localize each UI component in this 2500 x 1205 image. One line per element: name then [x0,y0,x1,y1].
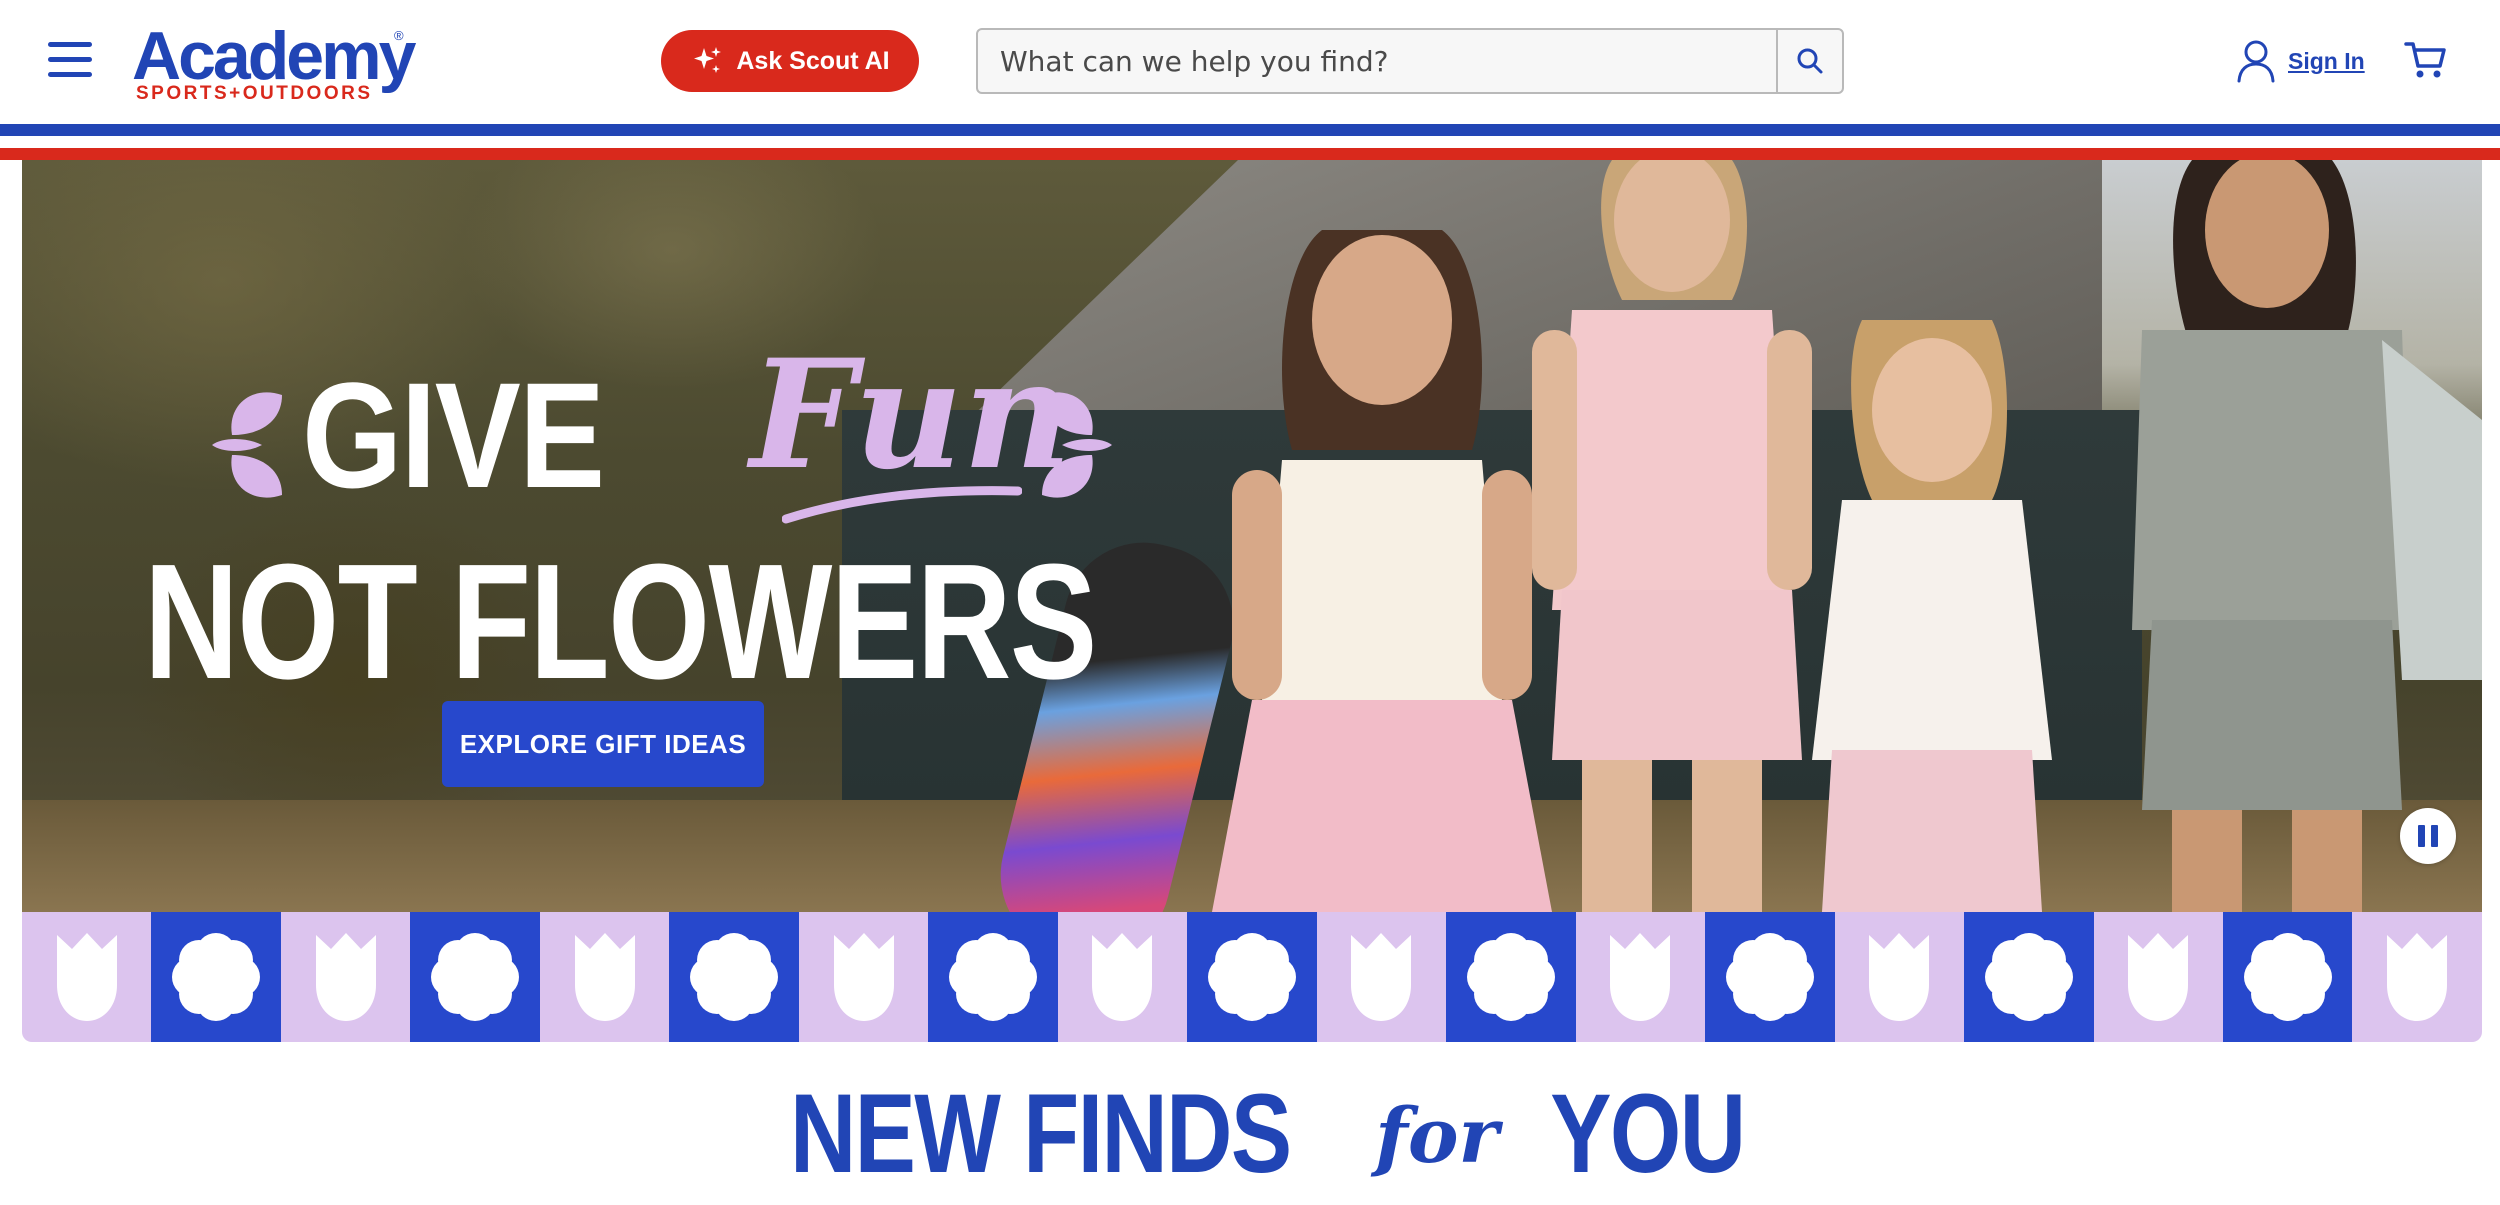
explore-gift-ideas-button[interactable]: EXPLORE GIFT IDEAS [442,701,764,787]
header-stripe-red [0,148,2500,160]
flower-icon [1725,933,1814,1021]
pattern-tile-flower [928,912,1058,1042]
ask-scout-ai-label: Ask Scout AI [736,46,890,75]
pattern-tile-tulip [2093,912,2223,1042]
fun-underline-swash [782,486,1022,524]
tulip-icon [2128,933,2189,1021]
flower-icon [1466,933,1555,1021]
flower-icon [1984,933,2073,1021]
header-stripe-blue [0,124,2500,136]
pattern-tile-flower [410,912,540,1042]
tulip-icon [2387,933,2448,1021]
user-icon [2237,40,2275,83]
leaf-accent-right-icon [1042,392,1112,498]
hero-headline-give: GIVE [302,351,605,519]
pattern-tile-tulip [280,912,411,1042]
hero-headline: GIVE Fun NOT FLOWERS [122,280,1122,704]
academy-logo[interactable]: Academy ® SPORTS+OUTDOORS [132,18,416,104]
pattern-tile-flower [2222,912,2353,1042]
tulip-icon [1351,933,1412,1021]
pattern-tile-tulip [1834,912,1965,1042]
new-finds-heading-part2: YOU [1549,1071,1746,1196]
hero-headline-fun: Fun [750,327,1072,503]
search-bar [976,28,1844,94]
logo-registered-mark: ® [394,28,404,43]
logo-wordmark: Academy [132,18,416,94]
ask-scout-ai-button[interactable]: Ask Scout AI [661,30,919,92]
flower-icon [431,933,520,1021]
cart-icon[interactable] [2404,38,2448,82]
pattern-tile-tulip [1057,912,1188,1042]
tulip-icon [315,933,376,1021]
tulip-icon [1092,933,1153,1021]
pattern-tile-flower [1446,912,1576,1042]
site-header: Academy ® SPORTS+OUTDOORS Ask Scout AI S… [0,0,2500,122]
logo-tagline: SPORTS+OUTDOORS [136,83,373,104]
pattern-tile-tulip [798,912,929,1042]
search-button[interactable] [1776,30,1842,92]
girl-in-white-image [1812,320,2052,912]
tulip-icon [833,933,894,1021]
sign-in-label: Sign In [2288,47,2365,74]
pattern-tile-flower [1705,912,1835,1042]
hamburger-menu-icon[interactable] [48,42,92,78]
pattern-tile-flower [1964,912,2094,1042]
flower-icon [949,933,1038,1021]
tulip-icon [1610,933,1671,1021]
flower-icon [2243,933,2332,1021]
pattern-tile-flower [1187,912,1317,1042]
tulip-icon [1869,933,1930,1021]
search-icon [1797,48,1823,74]
search-input[interactable] [978,30,1778,92]
leaf-accent-left-icon [212,392,282,498]
pattern-tile-flower [669,912,799,1042]
new-finds-heading: NEW FINDS for YOU [0,1078,2500,1205]
flower-icon [690,933,779,1021]
pattern-tile-tulip [22,912,152,1042]
flower-icon [172,933,261,1021]
new-finds-heading-for: for [1375,1091,1499,1180]
tulip-icon [574,933,635,1021]
sparkle-icon [694,47,722,73]
hero-headline-not-flowers: NOT FLOWERS [144,530,1097,713]
pattern-tile-tulip [1575,912,1706,1042]
pattern-tile-tulip [539,912,670,1042]
flower-icon [1207,933,1296,1021]
pattern-tile-tulip [2352,912,2482,1042]
woman-with-backpack-image [2132,160,2482,912]
decorative-flower-pattern [22,912,2482,1042]
pause-icon[interactable] [2400,808,2456,864]
pattern-tile-flower [151,912,281,1042]
hero-banner[interactable]: GIVE Fun NOT FLOWERS EXPLORE GIFT IDEAS [22,160,2482,912]
sign-in-link[interactable]: Sign In [2236,38,2365,84]
tulip-icon [56,933,117,1021]
pattern-tile-tulip [1316,912,1447,1042]
new-finds-heading-part1: NEW FINDS [789,1071,1292,1196]
